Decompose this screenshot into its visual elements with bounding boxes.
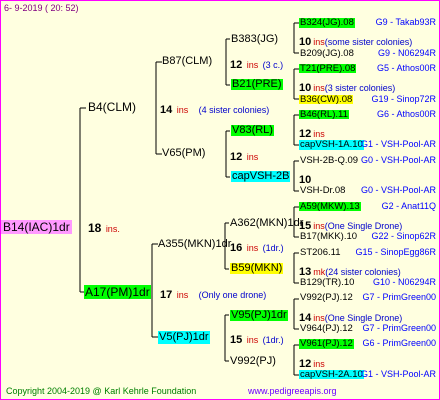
gen4-tag: G15 - SinopEgg86R xyxy=(355,246,436,257)
gen2-count: 12 xyxy=(230,151,243,163)
gen4-count: 10 xyxy=(299,36,312,49)
gen4-node[interactable]: VSH-Dr.08 xyxy=(299,186,346,196)
gen4-tag: G1 - VSH-Pool-AR xyxy=(360,139,436,150)
gen4-tag: G5 - Athos00R xyxy=(376,62,436,73)
gen3-node[interactable]: B59(MKN) xyxy=(230,263,284,274)
gen4-tag: G6 - Athos00R xyxy=(376,108,436,119)
gen4-info: 10 ins(some sister colonies) xyxy=(299,33,412,49)
gen3-node[interactable]: A362(MKN)1dr xyxy=(230,218,303,229)
gen4-node[interactable]: B209(JG).08 xyxy=(299,49,355,59)
footer-copyright: Copyright 2004-2019 @ Karl Kehrle Founda… xyxy=(6,386,197,396)
gen4-tag: G19 - Sinop72R xyxy=(371,93,436,104)
header-date: 6- 9-2019 ( 20: 52) xyxy=(4,3,79,13)
gen4-count: 14 xyxy=(299,311,312,324)
gen4-note: (24 sister colonies) xyxy=(325,266,401,277)
gen4-note: (One Single Drone) xyxy=(324,312,403,323)
gen1-info: 17 ins (Only one drone) xyxy=(160,286,266,302)
gen4-ins: mk xyxy=(313,266,326,277)
gen4-node[interactable]: V961(PJ).12 xyxy=(299,339,354,349)
gen1-note: (4 sister colonies) xyxy=(198,105,270,115)
root-ins: ins. xyxy=(105,224,120,234)
gen4-node[interactable]: B129(TR).10 xyxy=(299,278,355,288)
gen2-info: 16 ins (1dr.) xyxy=(230,239,284,255)
gen4-node[interactable]: V964(PJ).12 xyxy=(299,324,354,334)
gen2-count: 16 xyxy=(230,242,243,254)
gen4-ins: ins xyxy=(313,312,325,323)
gen2-note: (1dr.) xyxy=(262,243,284,253)
gen2-info: 15 ins (1dr.) xyxy=(230,331,284,347)
gen4-tag: G7 - PrimGreen00 xyxy=(362,323,436,333)
gen4-count: 13 xyxy=(299,265,312,278)
gen2-count: 12 xyxy=(230,59,243,71)
gen4-ins: ins xyxy=(313,83,325,94)
gen4-note: (some sister colonies) xyxy=(324,37,413,48)
gen4-ins: ins xyxy=(313,129,325,140)
gen4-node[interactable]: B46(RL).11 xyxy=(299,110,349,120)
gen2-ins: ins xyxy=(246,243,259,253)
gen4-ins: ins xyxy=(313,220,325,231)
gen4-tag: G7 - PrimGreen00 xyxy=(362,292,436,303)
gen4-tag: G22 - Sinop62R xyxy=(371,231,436,242)
gen2-count: 15 xyxy=(230,334,243,346)
gen1-info: 14 ins (4 sister colonies) xyxy=(160,101,269,117)
gen2-ins: ins xyxy=(246,335,259,345)
gen3-node[interactable]: V992(PJ) xyxy=(230,356,276,367)
gen4-tag: G0 - VSH-Pool-AR xyxy=(360,154,436,165)
gen4-tag: G9 - Takab93R xyxy=(375,17,436,27)
gen1-note: (Only one drone) xyxy=(198,290,267,300)
gen4-tag: G2 - Anat11Q xyxy=(381,200,436,211)
gen3-node[interactable]: V95(PJ)1dr xyxy=(230,310,288,321)
gen3-node[interactable]: V83(RL) xyxy=(231,125,274,136)
root-count-group: 18 ins. xyxy=(88,220,120,236)
gen4-node[interactable]: T21(PRE).08 xyxy=(299,64,357,74)
gen2-ins: ins xyxy=(246,60,259,70)
gen3-node[interactable]: B383(JG) xyxy=(231,34,278,45)
gen4-node[interactable]: B17(MKK).10 xyxy=(299,232,358,242)
gen4-tag: G6 - PrimGreen00 xyxy=(362,338,436,349)
gen1-node[interactable]: B4(CLM) xyxy=(88,101,136,113)
gen4-count: 10 xyxy=(299,82,312,95)
gen4-note: (One Single Drone) xyxy=(324,220,403,231)
gen4-node[interactable]: ST206.11 xyxy=(299,247,342,258)
gen2-note: (1dr.) xyxy=(262,335,284,345)
gen4-node[interactable]: capVSH-1A.10 xyxy=(299,140,364,150)
gen4-count: 12 xyxy=(299,128,312,141)
gen4-count: 10 xyxy=(299,174,312,186)
gen4-count: 15 xyxy=(299,219,312,232)
gen4-info: 10 ins(3 sister colonies) xyxy=(299,79,395,95)
gen4-node[interactable]: B324(JG).08 xyxy=(299,18,355,28)
gen4-tag: G0 - VSH-Pool-AR xyxy=(360,185,436,196)
gen4-tag: G9 - N06294R xyxy=(377,47,436,58)
gen2-info: 12 ins (3 c.) xyxy=(230,56,283,72)
gen4-tag: G1 - VSH-Pool-AR xyxy=(360,368,436,379)
gen2-info: 12 ins xyxy=(230,148,258,164)
gen1-count: 17 xyxy=(160,289,173,301)
gen4-node[interactable]: V992(PJ).12 xyxy=(299,293,354,303)
gen3-node[interactable]: B21(PRE) xyxy=(231,79,283,90)
gen2-node[interactable]: V65(PM) xyxy=(162,148,205,159)
gen4-node[interactable]: B36(CW).08 xyxy=(299,94,354,104)
gen1-node[interactable]: A17(PM)1dr xyxy=(84,285,151,299)
gen2-note: (3 c.) xyxy=(262,60,284,70)
gen4-note: (3 sister colonies) xyxy=(324,83,396,94)
gen4-ins: ins xyxy=(313,37,325,48)
footer-site[interactable]: www.pedigreeapis.org xyxy=(248,387,337,396)
gen4-node[interactable]: VSH-2B-Q.09 xyxy=(299,156,359,166)
gen2-ins: ins xyxy=(246,152,259,162)
gen4-node[interactable]: capVSH-2A.10 xyxy=(299,370,364,380)
gen2-node[interactable]: A355(MKN)1dr xyxy=(158,239,231,250)
gen1-ins: ins xyxy=(176,105,189,115)
gen2-node[interactable]: B87(CLM) xyxy=(162,56,212,67)
gen4-tag: G10 - N06294R xyxy=(372,277,436,288)
root-node[interactable]: B14(IAC)1dr xyxy=(1,220,72,234)
gen3-node[interactable]: capVSH-2B xyxy=(231,171,291,182)
gen4-count: 12 xyxy=(299,357,312,370)
gen4-ins: ins xyxy=(313,358,325,369)
gen1-ins: ins xyxy=(176,290,189,300)
gen1-count: 14 xyxy=(160,104,173,116)
gen4-node[interactable]: A59(MKW).13 xyxy=(299,202,361,212)
root-count: 18 xyxy=(88,221,102,235)
gen2-node[interactable]: V5(PJ)1dr xyxy=(158,331,210,344)
